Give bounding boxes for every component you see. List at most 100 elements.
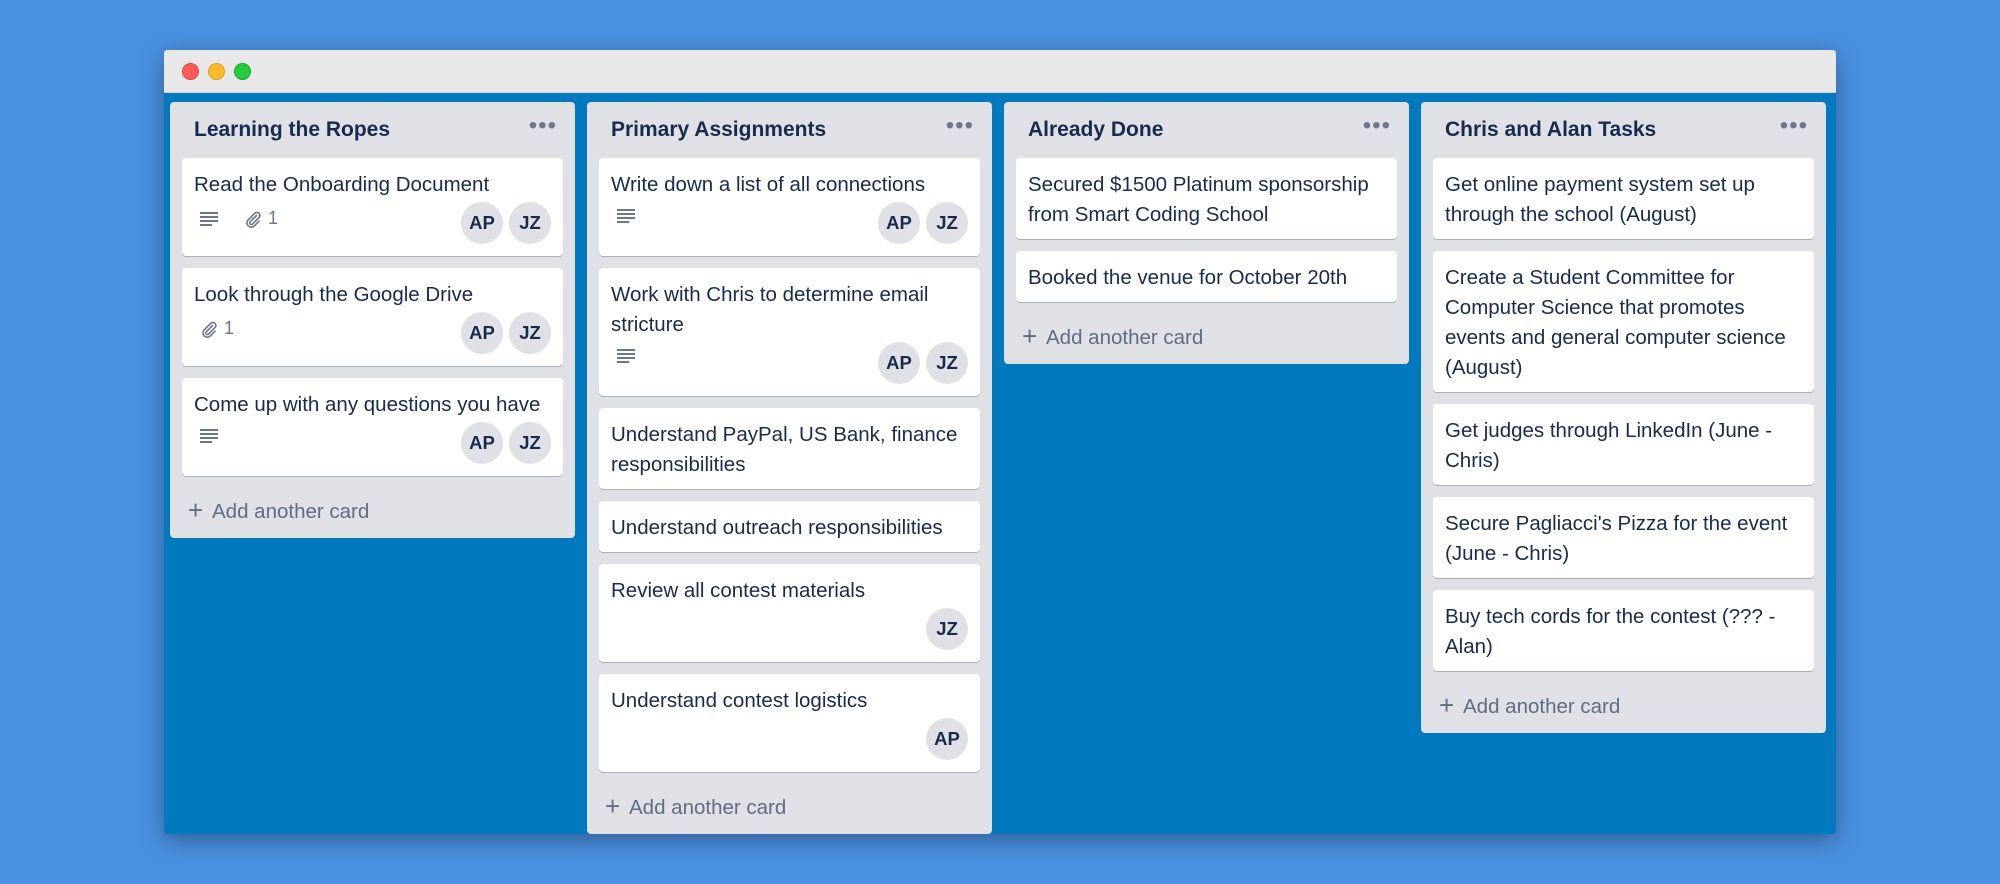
card[interactable]: Write down a list of all connections AP JZ — [599, 158, 980, 256]
card-title: Review all contest materials — [611, 579, 866, 602]
list-header: Chris and Alan Tasks ••• — [1421, 102, 1826, 158]
card-title: Secure Pagliacci's Pizza for the event (… — [1445, 512, 1788, 565]
card-footer: AP — [611, 718, 968, 763]
list: Chris and Alan Tasks ••• Get online paymen… — [1421, 102, 1826, 733]
card[interactable]: Work with Chris to determine email stric… — [599, 268, 980, 396]
attachment-count: 1 — [268, 208, 279, 228]
description-icon — [617, 348, 635, 364]
card-footer: 1 AP JZ — [194, 202, 551, 247]
list: Already Done ••• Secured $1500 Platinum sp… — [1004, 102, 1409, 364]
card[interactable]: Understand outreach responsibilities — [599, 501, 980, 552]
card-footer: AP JZ — [611, 202, 968, 247]
plus-icon: + — [188, 495, 204, 525]
member-avatar[interactable]: JZ — [509, 202, 551, 244]
card-members: AP JZ — [872, 202, 968, 244]
list: Primary Assignments ••• Write down a list … — [587, 102, 992, 834]
card[interactable]: Create a Student Committee for Computer … — [1433, 251, 1814, 392]
card[interactable]: Read the Onboarding Document 1 AP JZ — [182, 158, 563, 256]
card-title: Look through the Google Drive — [194, 283, 474, 306]
card[interactable]: Secure Pagliacci's Pizza for the event (… — [1433, 497, 1814, 578]
plus-icon: + — [1439, 690, 1455, 720]
description-icon — [617, 208, 635, 224]
card-badges — [200, 428, 244, 444]
list: Learning the Ropes ••• Read the Onboarding… — [170, 102, 575, 538]
list-title[interactable]: Primary Assignments — [611, 118, 826, 142]
card[interactable]: Get judges through LinkedIn (June - Chri… — [1433, 404, 1814, 485]
card-title: Buy tech cords for the contest (??? - Al… — [1445, 605, 1776, 658]
card-badges — [617, 348, 661, 364]
card[interactable]: Booked the venue for October 20th — [1016, 251, 1397, 302]
card-members: AP JZ — [455, 202, 551, 244]
card[interactable]: Come up with any questions you have AP JZ — [182, 378, 563, 476]
plus-icon: + — [1022, 321, 1038, 351]
attachment-badge: 1 — [200, 318, 234, 339]
card-title: Work with Chris to determine email stric… — [611, 283, 929, 336]
close-window-button[interactable] — [182, 63, 199, 80]
card[interactable]: Review all contest materials JZ — [599, 564, 980, 662]
card-badges: 1 — [200, 318, 260, 339]
app-window: Learning the Ropes ••• Read the Onboarding… — [164, 50, 1836, 834]
description-icon — [200, 211, 218, 227]
paperclip-icon — [244, 210, 262, 228]
list-title[interactable]: Learning the Ropes — [194, 118, 390, 142]
card[interactable]: Look through the Google Drive 1 AP JZ — [182, 268, 563, 366]
card-members: JZ — [920, 608, 968, 650]
member-avatar[interactable]: AP — [926, 718, 968, 760]
card[interactable]: Buy tech cords for the contest (??? - Al… — [1433, 590, 1814, 671]
member-avatar[interactable]: JZ — [926, 202, 968, 244]
card-badges: 1 — [200, 208, 304, 229]
list-menu-icon[interactable]: ••• — [1363, 114, 1391, 138]
card-members: AP JZ — [455, 422, 551, 464]
card-members: AP JZ — [872, 342, 968, 384]
maximize-window-button[interactable] — [234, 63, 251, 80]
card-list: Read the Onboarding Document 1 AP JZ Look th… — [170, 158, 575, 476]
add-card-label: Add another card — [629, 796, 787, 819]
card-title: Create a Student Committee for Computer … — [1445, 266, 1786, 379]
add-card-button[interactable]: + Add another card — [587, 784, 992, 834]
card-badges — [617, 208, 661, 224]
add-card-label: Add another card — [1046, 326, 1204, 349]
member-avatar[interactable]: AP — [878, 202, 920, 244]
list-title[interactable]: Already Done — [1028, 118, 1163, 142]
list-menu-icon[interactable]: ••• — [1780, 114, 1808, 138]
member-avatar[interactable]: JZ — [926, 342, 968, 384]
minimize-window-button[interactable] — [208, 63, 225, 80]
card-footer: 1 AP JZ — [194, 312, 551, 357]
description-icon — [200, 428, 218, 444]
add-card-button[interactable]: + Add another card — [1421, 683, 1826, 733]
card-footer: JZ — [611, 608, 968, 653]
list-header: Primary Assignments ••• — [587, 102, 992, 158]
list-menu-icon[interactable]: ••• — [946, 114, 974, 138]
card-title: Write down a list of all connections — [611, 173, 926, 196]
member-avatar[interactable]: AP — [878, 342, 920, 384]
add-card-label: Add another card — [212, 500, 370, 523]
card-title: Understand PayPal, US Bank, finance resp… — [611, 423, 958, 476]
card-title: Read the Onboarding Document — [194, 173, 490, 196]
card-title: Come up with any questions you have — [194, 393, 541, 416]
attachment-badge: 1 — [244, 208, 278, 229]
add-card-button[interactable]: + Add another card — [170, 488, 575, 538]
card-title: Understand outreach responsibilities — [611, 516, 943, 539]
card-list: Secured $1500 Platinum sponsorship from … — [1004, 158, 1409, 302]
card-title: Secured $1500 Platinum sponsorship from … — [1028, 173, 1369, 226]
add-card-button[interactable]: + Add another card — [1004, 314, 1409, 364]
member-avatar[interactable]: AP — [461, 422, 503, 464]
member-avatar[interactable]: AP — [461, 202, 503, 244]
card-title: Get online payment system set up through… — [1445, 173, 1755, 226]
attachment-count: 1 — [224, 318, 235, 338]
card-list: Get online payment system set up through… — [1421, 158, 1826, 671]
list-header: Already Done ••• — [1004, 102, 1409, 158]
list-header: Learning the Ropes ••• — [170, 102, 575, 158]
card[interactable]: Understand PayPal, US Bank, finance resp… — [599, 408, 980, 489]
card[interactable]: Understand contest logistics AP — [599, 674, 980, 772]
member-avatar[interactable]: JZ — [509, 422, 551, 464]
card-list: Write down a list of all connections AP JZ… — [587, 158, 992, 772]
member-avatar[interactable]: JZ — [509, 312, 551, 354]
card[interactable]: Secured $1500 Platinum sponsorship from … — [1016, 158, 1397, 239]
list-title[interactable]: Chris and Alan Tasks — [1445, 118, 1656, 142]
window-titlebar — [164, 50, 1836, 93]
member-avatar[interactable]: AP — [461, 312, 503, 354]
member-avatar[interactable]: JZ — [926, 608, 968, 650]
list-menu-icon[interactable]: ••• — [529, 114, 557, 138]
card[interactable]: Get online payment system set up through… — [1433, 158, 1814, 239]
